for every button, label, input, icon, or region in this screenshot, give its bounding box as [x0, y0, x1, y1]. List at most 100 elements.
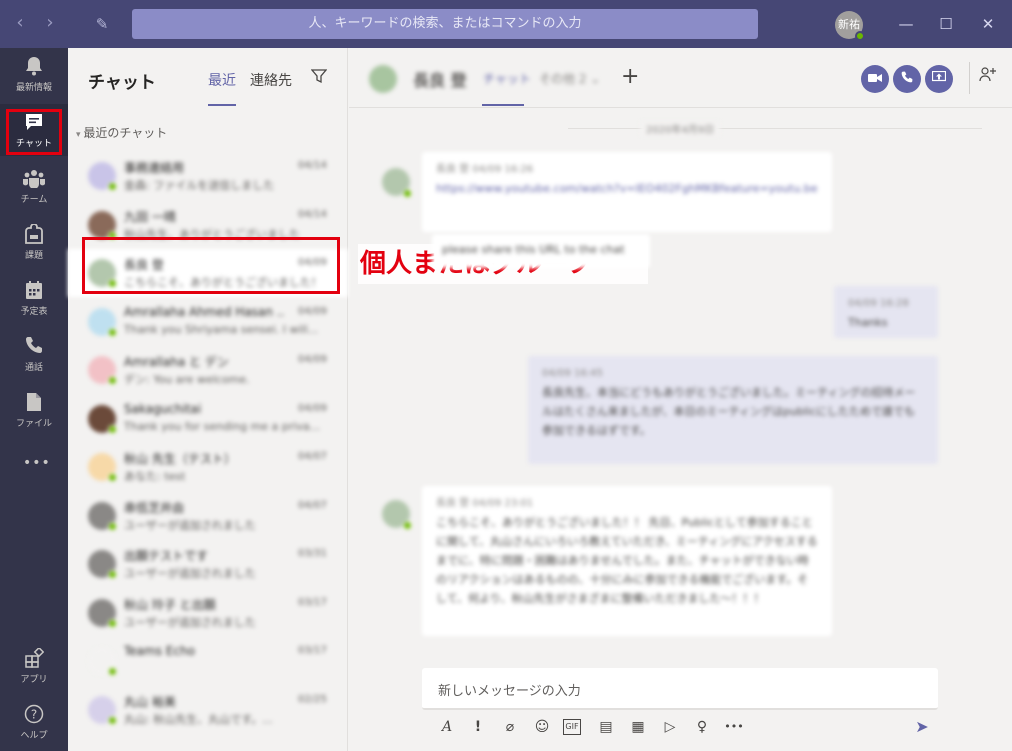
- tab-chat[interactable]: チャット: [483, 70, 531, 87]
- filter-icon[interactable]: [310, 68, 328, 88]
- rail-item-calls[interactable]: 通話: [0, 328, 68, 380]
- sticker-icon[interactable]: ▤: [595, 716, 617, 738]
- stream-icon[interactable]: ▷: [659, 716, 681, 738]
- schedule-meeting-icon[interactable]: ▦: [627, 716, 649, 738]
- chat-list-item[interactable]: Amrallaha Ahmed Hasan ... Thank you Shriy…: [68, 298, 348, 346]
- presence-icon: [108, 715, 117, 725]
- emoji-icon[interactable]: ☺: [531, 716, 553, 738]
- calendar-icon: [23, 280, 45, 302]
- tab-contacts[interactable]: 連絡先: [250, 70, 292, 90]
- backpack-icon: [23, 223, 45, 246]
- chat-preview: ユーザーが追加されました: [124, 567, 256, 580]
- chat-preview: ユーザーが追加されました: [124, 615, 256, 629]
- chat-name: 長良 登: [124, 258, 164, 272]
- section-title: 最近のチャット: [83, 126, 168, 140]
- conversation-name: 長良 登: [413, 71, 467, 90]
- rail-label: チーム: [20, 195, 48, 205]
- add-people-icon[interactable]: [979, 66, 997, 86]
- rail-item-assignments[interactable]: 課題: [0, 216, 68, 268]
- audio-call-button[interactable]: [893, 65, 921, 93]
- attach-icon[interactable]: ⌀: [499, 716, 521, 738]
- maximize-icon[interactable]: ☐: [934, 12, 958, 36]
- date-divider: [568, 128, 982, 129]
- user-avatar[interactable]: 新祐: [835, 11, 865, 41]
- chat-list-pane: チャット 最近 連絡先 ▾ 最近のチャット 事務連絡用 金森: ファイルを送信しま…: [68, 48, 348, 751]
- conversation-header: 長良 登 チャット その他 2 ⌄ +: [349, 48, 1012, 108]
- chat-preview: 秋山先生、ありがとうございました: [124, 227, 300, 241]
- video-call-button[interactable]: [861, 65, 889, 93]
- chat-preview: こちらこそ、ありがとうございました！！: [124, 276, 324, 289]
- chat-name: 秋山 玲子 と出願: [124, 597, 216, 612]
- close-icon[interactable]: ✕: [976, 12, 1000, 36]
- chat-name: 事務連絡用: [124, 161, 185, 175]
- message-link[interactable]: https://www.youtube.com/watch?v=IEO402Fg…: [436, 179, 818, 198]
- back-arrow-icon[interactable]: ‹: [10, 12, 30, 33]
- chat-time: 02/25: [298, 693, 327, 705]
- rail-item-apps[interactable]: アプリ: [0, 640, 68, 692]
- chat-time: 04/07: [298, 451, 327, 462]
- presence-available-icon: [403, 189, 412, 198]
- chat-list-item[interactable]: 串低芝井由 ユーザーが追加されました 04/07: [68, 492, 348, 540]
- forward-arrow-icon[interactable]: ›: [40, 12, 60, 33]
- svg-text:?: ?: [31, 708, 37, 722]
- rail-label: 予定表: [20, 307, 48, 317]
- tab-recent[interactable]: 最近: [208, 70, 236, 90]
- chat-list-item[interactable]: Amrallaha と デン デン: You are welcome. 04/09: [68, 346, 348, 394]
- presence-icon: [108, 376, 117, 385]
- chat-name: 秋山 先生（テスト）: [124, 452, 236, 466]
- rail-item-files[interactable]: ファイル: [0, 384, 68, 436]
- chat-list-item[interactable]: 出願テストです ユーザーが追加されました 03/31: [68, 540, 348, 588]
- message-meta: 04/09 16:28: [848, 298, 909, 309]
- rail-item-calendar[interactable]: 予定表: [0, 272, 68, 324]
- chat-time: 04/09: [298, 257, 327, 268]
- compose-icon[interactable]: ✎: [92, 14, 112, 34]
- rail-label: アプリ: [20, 675, 48, 685]
- format-icon[interactable]: A: [436, 716, 458, 738]
- add-tab-icon[interactable]: +: [621, 64, 639, 89]
- presence-icon: [108, 279, 117, 288]
- message-text: こちらこそ、ありがとうございました！！ 先日、Publicとして参加することに関…: [436, 516, 818, 605]
- chat-list-item[interactable]: Sakaguchitai Thank you for sending me a p…: [68, 395, 348, 443]
- send-icon[interactable]: ➤: [910, 716, 934, 738]
- praise-icon[interactable]: ♀: [691, 716, 713, 738]
- minimize-icon[interactable]: —: [894, 12, 918, 36]
- rail-item-more[interactable]: •••: [0, 444, 68, 484]
- chat-list-item[interactable]: 秋山 玲子 と出願ユーザーが追加されました 03/17: [68, 589, 348, 637]
- chat-list-item[interactable]: 秋山 先生（テスト） あなた: test 04/07: [68, 443, 348, 491]
- search-input[interactable]: 人、キーワードの検索、またはコマンドの入力: [132, 9, 758, 39]
- important-icon[interactable]: !: [467, 716, 489, 738]
- conversation-avatar: [369, 65, 397, 93]
- chat-time: 04/09: [298, 305, 327, 317]
- message-meta: 04/09 16:45: [542, 368, 603, 379]
- rail-item-teams[interactable]: チーム: [0, 160, 68, 212]
- gif-icon[interactable]: GIF: [563, 719, 581, 735]
- title-bar: ‹ › ✎ 人、キーワードの検索、またはコマンドの入力 新祐 — ☐ ✕: [0, 0, 1012, 48]
- user-initials: 新祐: [838, 18, 860, 31]
- chat-name: Amrallaha と デン: [124, 355, 229, 369]
- message-bubble: 長良 登 04/09 16:26 https://www.youtube.com…: [422, 152, 832, 232]
- more-options-icon[interactable]: •••: [723, 716, 745, 738]
- chat-name: Teams Echo: [124, 644, 195, 658]
- chat-time: 03/17: [298, 596, 327, 608]
- chat-name: Amrallaha Ahmed Hasan ...: [124, 304, 284, 319]
- chat-time: 04/09: [298, 402, 327, 414]
- teams-icon: [23, 168, 45, 190]
- message-composer[interactable]: 新しいメッセージの入力: [422, 668, 938, 710]
- chat-preview: 丸山: 秋山先生、丸山です。...: [124, 712, 273, 726]
- tab-more[interactable]: その他 2 ⌄: [539, 70, 600, 87]
- rail-item-activity[interactable]: 最新情報: [0, 48, 68, 100]
- chat-list-item[interactable]: 事務連絡用金森: ファイルを送信しました 04/14: [68, 152, 348, 200]
- message-text: please share this URL to the chat: [442, 243, 625, 256]
- section-header[interactable]: ▾ 最近のチャット: [76, 124, 167, 141]
- chat-preview: Thank you for sending me a priva...: [124, 419, 321, 433]
- chat-list-item[interactable]: Teams Echo 03/17: [68, 637, 348, 685]
- screen-share-button[interactable]: [925, 65, 953, 93]
- chat-preview: 金森: ファイルを送信しました: [124, 179, 275, 192]
- composer-placeholder: 新しいメッセージの入力: [438, 684, 581, 699]
- chat-list-item[interactable]: 丸山 裕美 丸山: 秋山先生、丸山です。... 02/25: [68, 686, 348, 734]
- rail-item-help[interactable]: ? ヘルプ: [0, 696, 68, 748]
- chat-list-item[interactable]: 九田 一晴 秋山先生、ありがとうございました 04/14: [68, 201, 348, 249]
- chat-time: 04/14: [298, 160, 327, 171]
- message-avatar: [382, 168, 412, 198]
- chat-list-item[interactable]: 長良 登こちらこそ、ありがとうございました！！ 04/09: [68, 249, 348, 297]
